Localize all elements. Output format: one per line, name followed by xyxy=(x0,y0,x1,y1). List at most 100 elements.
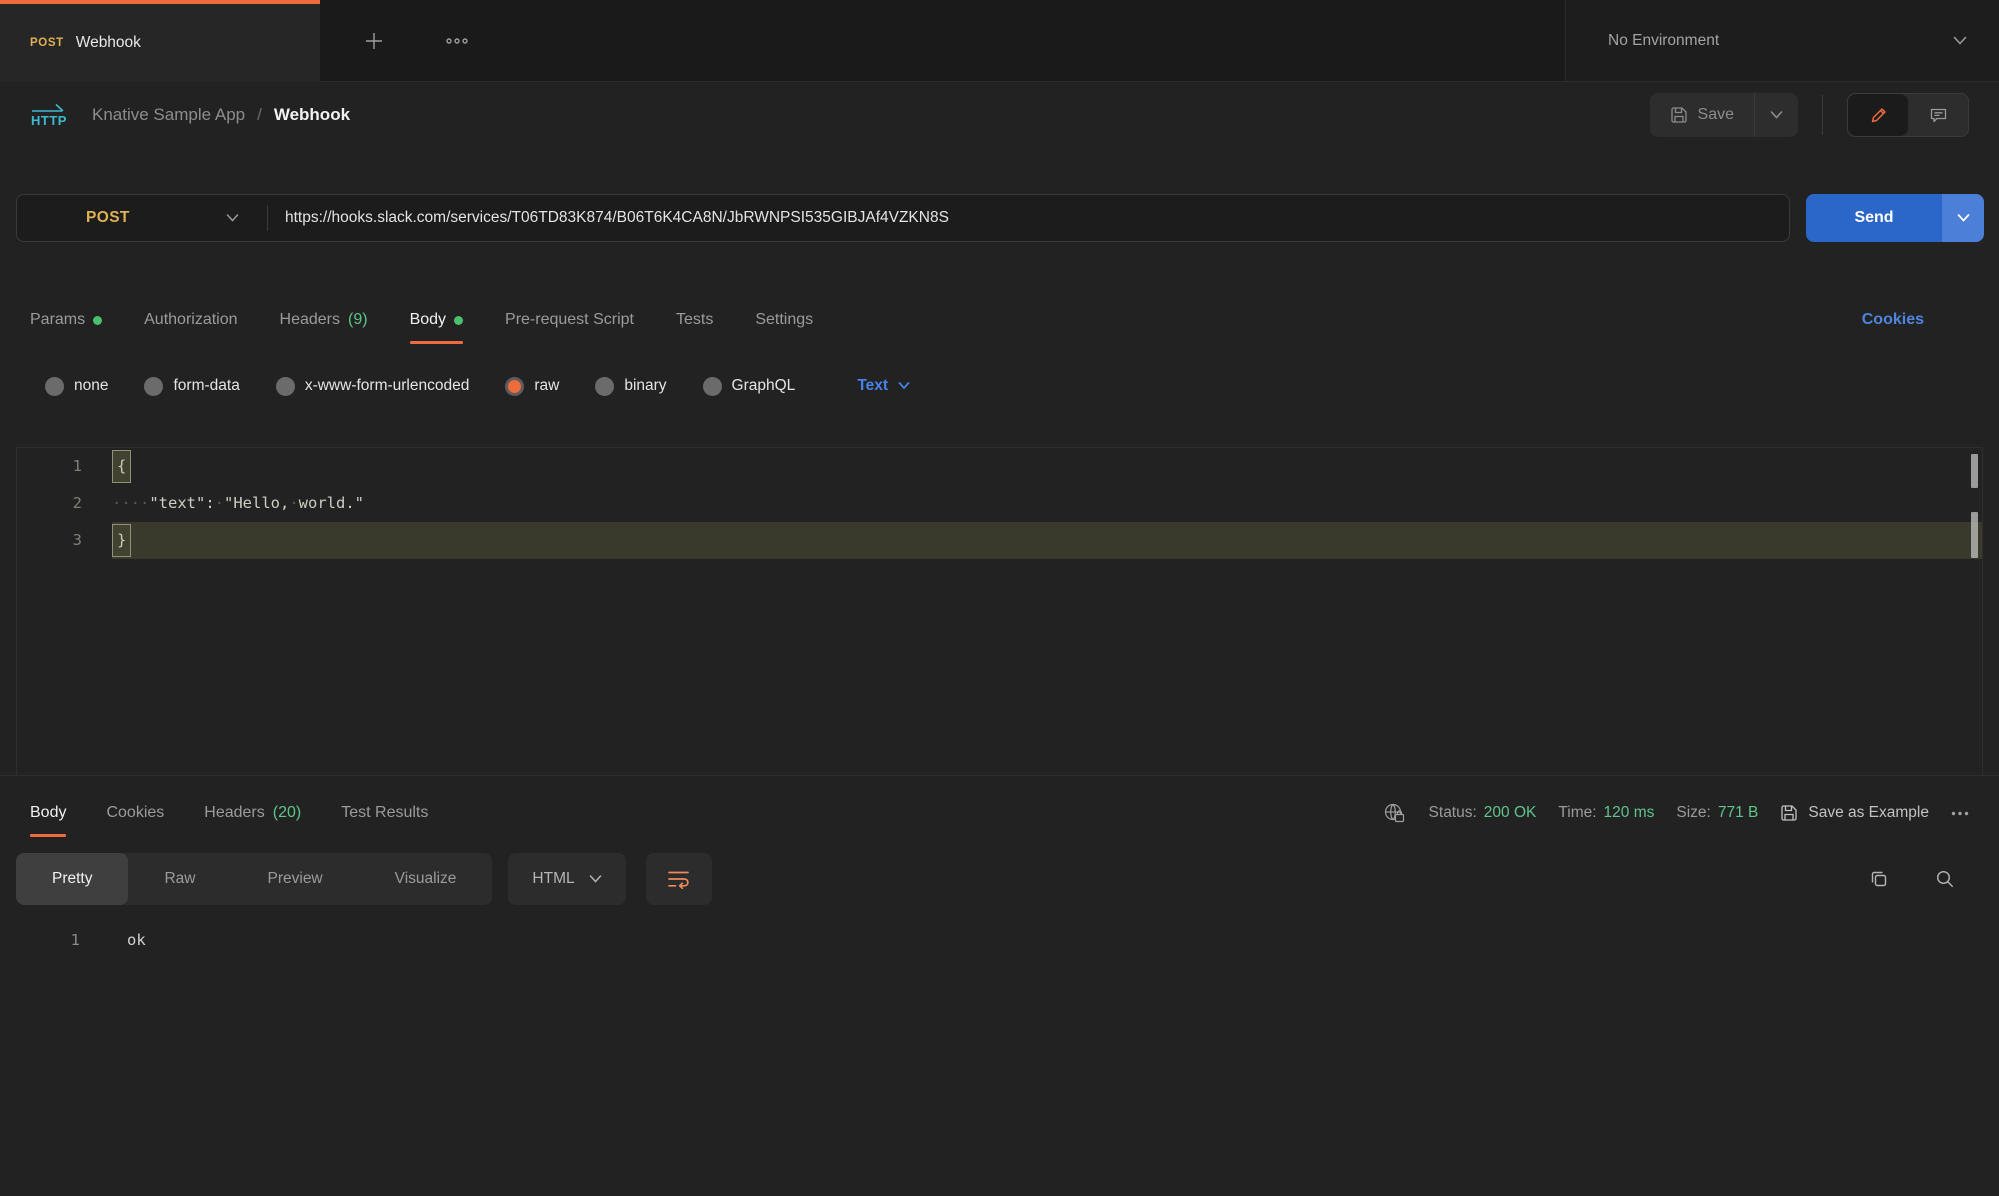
size-value: 771 B xyxy=(1718,804,1759,822)
editor-scrollbar-mark[interactable] xyxy=(1971,512,1978,558)
send-button[interactable]: Send xyxy=(1806,194,1942,242)
tab-params[interactable]: Params xyxy=(30,296,102,344)
tab-settings-label: Settings xyxy=(755,311,813,329)
response-tab-headers[interactable]: Headers (20) xyxy=(204,789,301,837)
view-pretty-button[interactable]: Pretty xyxy=(16,853,128,905)
editor-line-1[interactable]: 1 { xyxy=(17,448,1982,485)
plus-icon xyxy=(362,29,386,53)
http-badge-label: HTTP xyxy=(31,113,67,128)
save-options-button[interactable] xyxy=(1754,93,1798,137)
line-number: 2 xyxy=(17,485,112,522)
save-as-example-button[interactable]: Save as Example xyxy=(1780,804,1929,822)
radio-icon xyxy=(595,377,614,396)
tab-prerequest-script[interactable]: Pre-request Script xyxy=(505,296,634,344)
response-format-selector[interactable]: HTML xyxy=(508,853,625,905)
mode-urlencoded-label: x-www-form-urlencoded xyxy=(305,377,470,395)
active-tab-underline xyxy=(410,341,463,344)
status-pair[interactable]: Status: 200 OK xyxy=(1429,804,1537,822)
json-key: "text": xyxy=(149,494,214,512)
tab-prerequest-label: Pre-request Script xyxy=(505,311,634,329)
breadcrumb-collection[interactable]: Knative Sample App xyxy=(92,105,245,125)
send-button-group: Send xyxy=(1806,194,1984,242)
editor-line-2[interactable]: 2 ····"text":·"Hello,·world." xyxy=(17,485,1982,522)
method-selector[interactable]: POST xyxy=(17,209,267,227)
save-floppy-icon xyxy=(1670,106,1688,124)
request-title-row: HTTP Knative Sample App / Webhook Save xyxy=(0,82,1999,148)
active-tab-underline xyxy=(30,834,66,837)
tab-authorization[interactable]: Authorization xyxy=(144,296,237,344)
chevron-down-icon xyxy=(1770,111,1783,119)
view-preview-button[interactable]: Preview xyxy=(232,853,359,905)
mode-urlencoded[interactable]: x-www-form-urlencoded xyxy=(276,377,470,396)
mode-form-data[interactable]: form-data xyxy=(144,377,239,396)
response-tab-tests-label: Test Results xyxy=(341,804,428,822)
tab-strip xyxy=(320,0,1565,82)
response-headers-count-badge: (20) xyxy=(273,804,301,822)
mode-binary[interactable]: binary xyxy=(595,377,666,396)
matched-bracket: } xyxy=(112,524,131,557)
response-options-button[interactable] xyxy=(1951,811,1969,816)
editor-scrollbar-mark[interactable] xyxy=(1971,454,1978,488)
cookies-link[interactable]: Cookies xyxy=(1862,311,1924,329)
response-body-viewer[interactable]: 1 ok xyxy=(0,920,1999,960)
request-tab[interactable]: POST Webhook xyxy=(0,0,320,82)
response-tab-body[interactable]: Body xyxy=(30,789,66,837)
raw-language-selector[interactable]: Text xyxy=(857,377,910,395)
response-header: Body Cookies Headers (20) Test Results S… xyxy=(0,788,1999,838)
edit-request-button[interactable] xyxy=(1848,94,1908,136)
top-tab-bar: POST Webhook No Environment xyxy=(0,0,1999,82)
comments-button[interactable] xyxy=(1908,94,1968,136)
radio-selected-icon xyxy=(505,377,524,396)
tab-settings[interactable]: Settings xyxy=(755,296,813,344)
chevron-down-icon xyxy=(898,382,910,390)
request-body-editor[interactable]: 1 { 2 ····"text":·"Hello,·world." 3 } xyxy=(16,447,1983,775)
search-icon[interactable] xyxy=(1935,869,1955,889)
url-input[interactable] xyxy=(268,209,1789,227)
editor-line-3-current[interactable]: 3 } xyxy=(17,522,1982,559)
comment-icon xyxy=(1929,106,1948,125)
time-label: Time: xyxy=(1558,804,1596,822)
chevron-down-icon xyxy=(1957,214,1970,222)
whitespace-dot: · xyxy=(289,494,298,512)
tab-headers[interactable]: Headers (9) xyxy=(280,296,368,344)
chevron-down-icon xyxy=(1953,36,1967,45)
tab-tests[interactable]: Tests xyxy=(676,296,713,344)
response-toolbar: Pretty Raw Preview Visualize HTML xyxy=(0,853,1999,905)
chevron-down-icon xyxy=(226,214,239,222)
code-line: } xyxy=(112,522,1982,559)
size-pair[interactable]: Size: 771 B xyxy=(1676,804,1758,822)
view-visualize-button[interactable]: Visualize xyxy=(359,853,493,905)
environment-selector[interactable]: No Environment xyxy=(1565,0,1999,82)
status-label: Status: xyxy=(1429,804,1477,822)
wrap-lines-button[interactable] xyxy=(646,853,712,905)
view-raw-button[interactable]: Raw xyxy=(128,853,231,905)
new-tab-button[interactable] xyxy=(362,29,386,53)
tab-body[interactable]: Body xyxy=(410,296,463,344)
copy-icon[interactable] xyxy=(1869,869,1889,889)
tab-params-label: Params xyxy=(30,311,85,329)
response-tab-test-results[interactable]: Test Results xyxy=(341,789,428,837)
mode-graphql[interactable]: GraphQL xyxy=(703,377,796,396)
pencil-icon xyxy=(1869,106,1888,125)
request-actions: Save xyxy=(1650,93,1969,137)
breadcrumb-request-name: Webhook xyxy=(274,105,350,125)
radio-icon xyxy=(144,377,163,396)
network-globe-lock-icon[interactable] xyxy=(1383,802,1407,824)
mode-none[interactable]: none xyxy=(45,377,108,396)
send-options-button[interactable] xyxy=(1942,194,1984,242)
request-url-row: POST Send xyxy=(0,194,1999,242)
tab-headers-label: Headers xyxy=(280,311,340,329)
request-response-divider[interactable] xyxy=(0,775,1999,776)
body-mode-row: none form-data x-www-form-urlencoded raw… xyxy=(0,360,1999,412)
whitespace-dot: · xyxy=(215,494,224,512)
response-tab-cookies[interactable]: Cookies xyxy=(106,789,164,837)
divider xyxy=(1822,95,1823,135)
tab-options-button[interactable] xyxy=(446,38,468,44)
time-value: 120 ms xyxy=(1604,804,1655,822)
time-pair[interactable]: Time: 120 ms xyxy=(1558,804,1654,822)
chevron-down-icon xyxy=(589,875,602,883)
save-button[interactable]: Save xyxy=(1650,93,1754,137)
radio-icon xyxy=(703,377,722,396)
mode-raw[interactable]: raw xyxy=(505,377,559,396)
tab-body-label: Body xyxy=(410,311,446,329)
